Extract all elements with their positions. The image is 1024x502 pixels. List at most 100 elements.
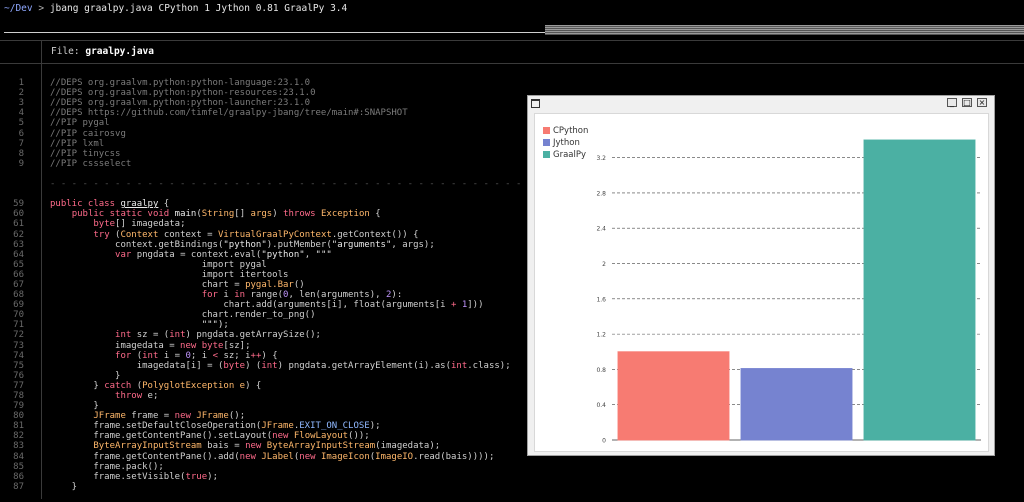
y-tick-label: 2.4 [596, 226, 606, 233]
line-number: 64 [13, 249, 24, 260]
code-line: 59 public class graalpy { [0, 199, 528, 209]
code-line: 81 frame.setDefaultCloseOperation(JFrame… [0, 421, 528, 431]
line-number: 2 [18, 88, 24, 99]
code-body: 59 public class graalpy {60 public static… [0, 199, 528, 492]
code-line: 9 //PIP cssselect [0, 159, 528, 169]
code-line: 85 frame.pack(); [0, 462, 528, 472]
line-number: 72 [13, 330, 24, 341]
code-line: 70 chart.render_to_png() [0, 310, 528, 320]
line-number: 9 [18, 158, 24, 169]
terminal-prompt: ~/Dev > jbang graalpy.java CPython 1 Jyt… [4, 2, 347, 16]
code-line: 74 for (int i = 0; i < sz; i++) { [0, 351, 528, 361]
code-line: 8 //PIP tinycss [0, 149, 528, 159]
bar-jython [740, 368, 853, 441]
line-number: 66 [13, 269, 24, 280]
header-rule [0, 40, 1024, 41]
bar-graalpy [863, 139, 976, 441]
prompt-command: jbang graalpy.java CPython 1 Jython 0.81… [49, 3, 348, 14]
code-line: 62 try (Context context = VirtualGraalPy… [0, 230, 528, 240]
code-line: 80 JFrame frame = new JFrame(); [0, 411, 528, 421]
line-number: 83 [13, 441, 24, 452]
code-line: 3 //DEPS org.graalvm.python:python-launch… [0, 98, 528, 108]
code-line: 67 chart = pygal.Bar() [0, 280, 528, 290]
y-tick-label: 2 [602, 261, 606, 268]
code-line: 68 for i in range(0, len(arguments), 2): [0, 290, 528, 300]
code-line: 72 int sz = (int) pngdata.getArraySize()… [0, 330, 528, 340]
line-number: 75 [13, 360, 24, 371]
code-line: 76 } [0, 371, 528, 381]
line-number: 5 [18, 118, 24, 129]
prompt-path: ~/Dev [4, 3, 33, 14]
line-number: 61 [13, 219, 24, 230]
code-line: 71 """); [0, 320, 528, 330]
comment-text: //PIP cairosvg [50, 128, 126, 139]
line-number: 87 [13, 481, 24, 492]
line-number: 81 [13, 421, 24, 432]
line-number: 67 [13, 279, 24, 290]
code-line: 61 byte[] imagedata; [0, 219, 528, 229]
line-number: 1 [18, 78, 24, 89]
line-number: 68 [13, 290, 24, 301]
line-number: 63 [13, 239, 24, 250]
line-number: 62 [13, 229, 24, 240]
line-number: 78 [13, 391, 24, 401]
comment-text: //DEPS org.graalvm.python:python-languag… [50, 78, 311, 89]
bar-cpython [617, 351, 730, 441]
top-rule [4, 32, 546, 33]
line-number: 65 [13, 259, 24, 270]
code-line: 83 ByteArrayInputStream bais = new ByteA… [0, 441, 528, 451]
comment-text: //DEPS https://github.com/timfel/graalpy… [50, 108, 408, 119]
code-line: 84 frame.getContentPane().add(new JLabel… [0, 452, 528, 462]
comment-text: //DEPS org.graalvm.python:python-resourc… [50, 88, 316, 99]
comment-text: //PIP lxml [50, 138, 105, 149]
code-line: 78 throw e; [0, 391, 528, 401]
maximize-button[interactable]: □ [962, 98, 972, 107]
line-number: 8 [18, 148, 24, 159]
pager-bar [545, 25, 1024, 35]
line-number: 76 [13, 370, 24, 381]
comment-text: //PIP tinycss [50, 148, 121, 159]
code-line: 66 import itertools [0, 270, 528, 280]
code-line: 73 imagedata = new byte[sz]; [0, 341, 528, 351]
code-line: 5 //PIP pygal [0, 118, 528, 128]
line-number: 77 [13, 380, 24, 391]
code-line: 79 } [0, 401, 528, 411]
line-number: 85 [13, 461, 24, 472]
code-line: 65 import pygal [0, 260, 528, 270]
line-number: 4 [18, 108, 24, 119]
line-number: 82 [13, 431, 24, 442]
y-tick-label: 0 [602, 438, 606, 445]
bar-chart: 0 0.4 0.8 1.2 1.6 2 2.4 2.8 3.2 [596, 139, 981, 445]
line-number: 60 [13, 209, 24, 220]
line-number: 6 [18, 128, 24, 139]
line-number: 79 [13, 401, 24, 412]
line-number: 74 [13, 350, 24, 361]
code-line: 77 } catch (PolyglotException e) { [0, 381, 528, 391]
window-titlebar[interactable]: _ □ × [528, 96, 994, 110]
line-number: 73 [13, 340, 24, 351]
code-line: 7 //PIP lxml [0, 139, 528, 149]
line-number: 80 [13, 411, 24, 422]
code-line: 2 //DEPS org.graalvm.python:python-resour… [0, 88, 528, 98]
code-line: 1 //DEPS org.graalvm.python:python-langua… [0, 78, 528, 88]
file-label: File: [51, 46, 80, 57]
line-number: 69 [13, 300, 24, 311]
line-number: 59 [13, 199, 24, 210]
file-header: File: graalpy.java [51, 46, 154, 57]
prompt-arrow: > [38, 3, 45, 14]
minimize-button[interactable]: _ [947, 98, 957, 107]
y-tick-label: 1.2 [596, 332, 606, 339]
y-tick-label: 0.8 [596, 367, 606, 374]
y-tick-label: 1.6 [596, 296, 606, 303]
comment-text: //PIP pygal [50, 118, 110, 129]
y-tick-label: 0.4 [596, 402, 606, 409]
comment-text: //PIP cssselect [50, 158, 132, 169]
code-view[interactable]: 1 //DEPS org.graalvm.python:python-langua… [0, 68, 987, 502]
chart-window[interactable]: _ □ × CPython Jython GraalPy 0 0.4 0.8 1.2 1.6… [527, 95, 995, 456]
code-line: 6 //PIP cairosvg [0, 129, 528, 139]
close-button[interactable]: × [977, 98, 987, 107]
code-line: 60 public static void main(String[] args… [0, 209, 528, 219]
line-number: 7 [18, 138, 24, 149]
code-line: 64 var pngdata = context.eval("python", … [0, 250, 528, 260]
line-number: 70 [13, 310, 24, 321]
